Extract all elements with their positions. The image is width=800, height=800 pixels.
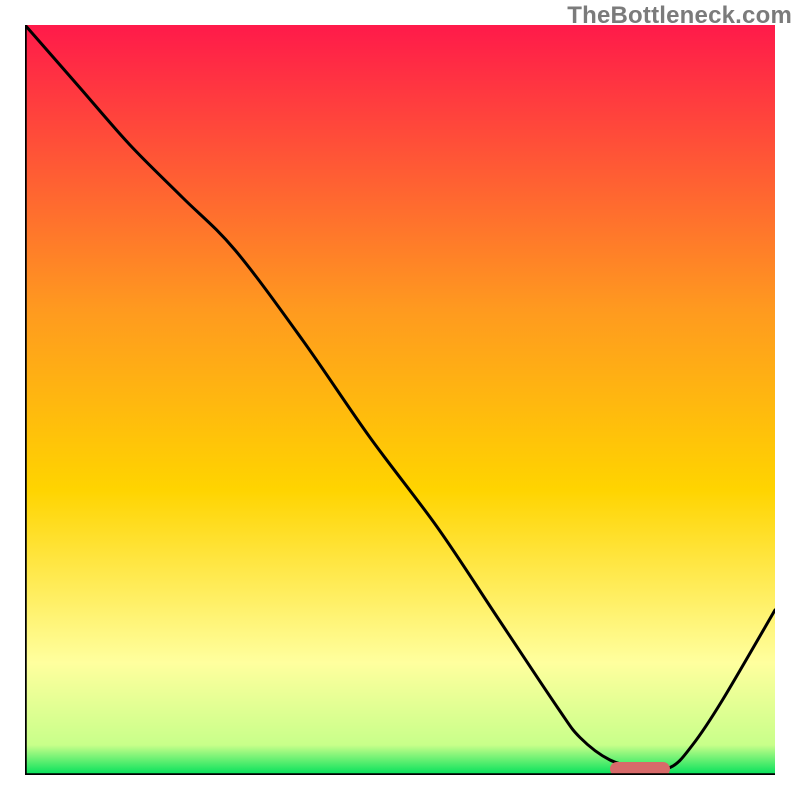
target-marker [610, 762, 670, 775]
chart-container: { "watermark": "TheBottleneck.com", "col… [0, 0, 800, 800]
gradient-background [25, 25, 775, 775]
plot-svg [25, 25, 775, 775]
watermark-text: TheBottleneck.com [567, 2, 792, 30]
